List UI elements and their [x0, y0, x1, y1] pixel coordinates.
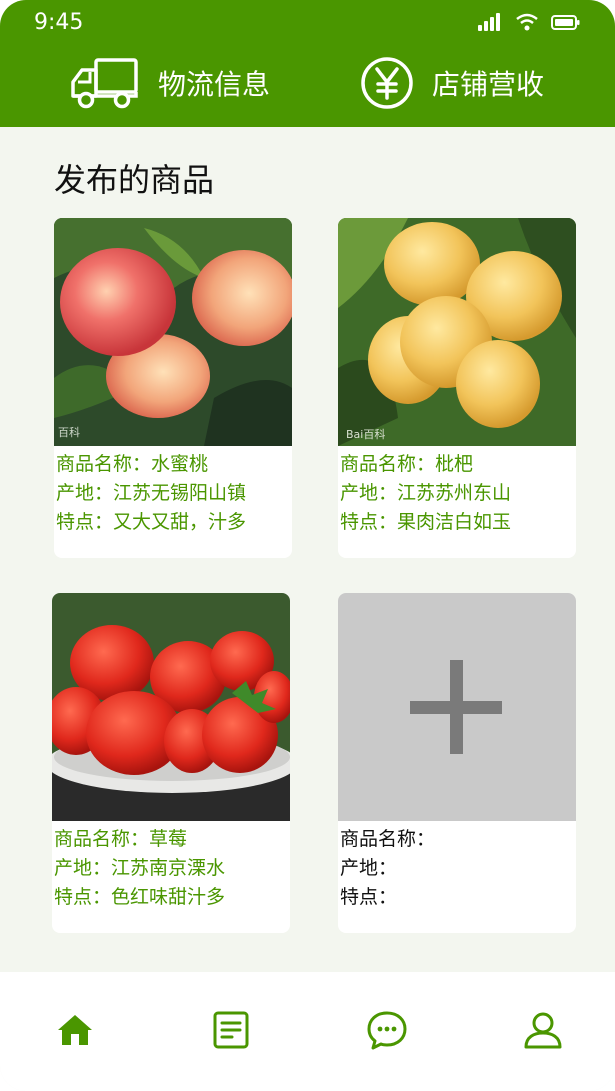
product-feature: 特点：果肉洁白如玉 — [340, 511, 512, 533]
product-feature: 特点： — [340, 886, 398, 908]
add-product-card[interactable]: 商品名称： 产地： 特点： — [338, 593, 576, 933]
product-name: 商品名称：水蜜桃 — [56, 453, 209, 475]
product-card-strawberry[interactable]: 商品名称：草莓 产地：江苏南京溧水 特点：色红味甜汁多 — [52, 593, 290, 933]
product-origin: 产地：江苏南京溧水 — [54, 857, 226, 879]
user-icon — [524, 1012, 562, 1049]
status-icons — [477, 12, 581, 32]
photo-watermark: Bai百科 — [346, 427, 385, 441]
logistics-label: 物流信息 — [158, 68, 271, 101]
document-icon — [213, 1011, 249, 1049]
yen-icon — [361, 57, 413, 109]
loquat-photo: Bai百科 — [338, 218, 576, 446]
top-header: 9:45 物流信息 店铺营收 — [0, 0, 615, 127]
product-card-peach[interactable]: 百科 商品名称：水蜜桃 产地：江苏无锡阳山镇 特点：又大又甜，汁多 — [54, 218, 292, 558]
logistics-button[interactable]: 物流信息 — [70, 56, 270, 110]
product-info: 商品名称： 产地： 特点： — [338, 821, 576, 912]
product-origin: 产地：江苏苏州东山 — [340, 482, 512, 504]
product-info: 商品名称：草莓 产地：江苏南京溧水 特点：色红味甜汁多 — [52, 821, 290, 912]
product-feature: 特点：色红味甜汁多 — [54, 886, 226, 908]
tab-home[interactable] — [55, 1010, 95, 1050]
peach-photo: 百科 — [54, 218, 292, 446]
product-name: 商品名称：枇杷 — [340, 453, 474, 475]
product-info: 商品名称：枇杷 产地：江苏苏州东山 特点：果肉洁白如玉 — [338, 446, 576, 537]
plus-icon-vertical — [450, 660, 463, 754]
product-card-loquat[interactable]: Bai百科 商品名称：枇杷 产地：江苏苏州东山 特点：果肉洁白如玉 — [338, 218, 576, 558]
battery-icon — [551, 15, 580, 30]
revenue-label: 店铺营收 — [432, 68, 545, 101]
product-info: 商品名称：水蜜桃 产地：江苏无锡阳山镇 特点：又大又甜，汁多 — [54, 446, 292, 537]
home-icon — [58, 1015, 92, 1045]
tab-orders[interactable] — [211, 1010, 251, 1050]
tab-chat[interactable] — [367, 1010, 407, 1050]
truck-icon — [71, 58, 138, 109]
tab-profile[interactable] — [523, 1010, 563, 1050]
product-origin: 产地：江苏无锡阳山镇 — [56, 482, 247, 504]
bottom-tab-bar — [0, 972, 615, 1091]
signal-icon — [478, 13, 500, 31]
status-time: 9:45 — [34, 10, 84, 35]
product-name: 商品名称：草莓 — [54, 828, 188, 850]
strawberry-photo — [52, 593, 290, 821]
revenue-button[interactable]: 店铺营收 — [360, 56, 544, 110]
wifi-icon — [516, 13, 538, 31]
product-origin: 产地： — [340, 857, 398, 879]
photo-watermark: 百科 — [58, 425, 80, 439]
product-feature: 特点：又大又甜，汁多 — [56, 511, 247, 533]
app-screen: 9:45 物流信息 店铺营收 发布的商品 百科 商品名称：水蜜桃 产地：江苏无锡… — [0, 0, 615, 1091]
add-product-button[interactable] — [338, 593, 576, 821]
section-title: 发布的商品 — [54, 161, 215, 199]
chat-icon — [367, 1011, 407, 1050]
product-name: 商品名称： — [340, 828, 436, 850]
